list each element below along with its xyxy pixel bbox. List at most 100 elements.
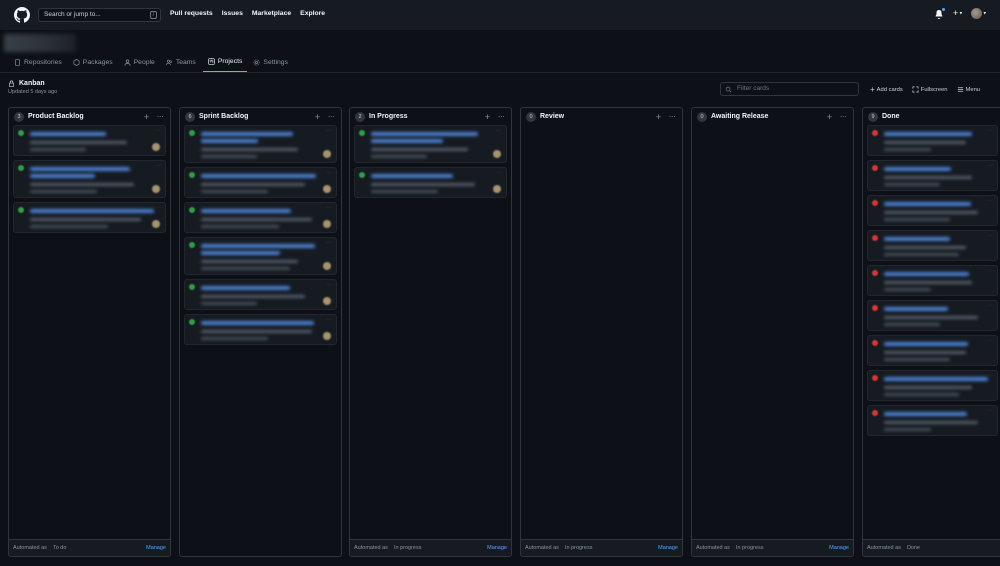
card-menu-icon[interactable]: ··· — [987, 198, 993, 204]
card-meta-blurred — [884, 316, 978, 319]
fullscreen-button[interactable]: Fullscreen — [912, 85, 948, 94]
column-awaiting-release: 0 Awaiting Release + ··· Automated as In… — [691, 107, 854, 557]
column-card-count: 0 — [697, 111, 707, 122]
card-menu-icon[interactable]: ··· — [326, 205, 332, 211]
create-new-dropdown[interactable]: + ▾ — [953, 8, 962, 19]
tab-repositories[interactable]: Repositories — [14, 55, 67, 73]
manage-automation-link[interactable]: Manage — [146, 545, 166, 551]
add-card-icon[interactable]: + — [825, 112, 834, 122]
add-card-icon[interactable]: + — [313, 112, 322, 122]
github-logo-icon[interactable] — [14, 7, 30, 23]
more-options-icon[interactable]: ··· — [496, 112, 506, 121]
issue-card[interactable]: ··· — [13, 125, 166, 156]
add-card-icon[interactable]: + — [142, 112, 151, 122]
tab-projects[interactable]: Projects — [202, 55, 248, 73]
issue-card[interactable]: ··· — [354, 167, 507, 198]
issue-card[interactable]: ··· — [184, 314, 337, 345]
filter-cards-input[interactable]: Filter cards — [720, 82, 859, 96]
issue-card[interactable]: ··· — [867, 370, 998, 401]
card-meta-blurred — [884, 428, 931, 431]
manage-automation-link[interactable]: Manage — [658, 545, 678, 551]
issue-card[interactable]: ··· — [184, 125, 337, 163]
caret-down-icon: ▾ — [958, 10, 963, 17]
manage-automation-link[interactable]: Manage — [487, 545, 507, 551]
issue-status-icon — [359, 130, 365, 136]
card-menu-icon[interactable]: ··· — [987, 338, 993, 344]
card-menu-icon[interactable]: ··· — [496, 170, 502, 176]
tab-label: Settings — [263, 58, 288, 66]
card-menu-icon[interactable]: ··· — [326, 317, 332, 323]
issue-card[interactable]: ··· — [184, 167, 337, 198]
automation-value: In progress — [735, 545, 764, 551]
card-menu-icon[interactable]: ··· — [326, 240, 332, 246]
card-meta-blurred — [884, 421, 978, 424]
avatar — [493, 150, 501, 158]
column-footer: Automated as In progress Manage — [521, 539, 682, 556]
issue-card[interactable]: ··· — [867, 160, 998, 191]
card-menu-icon[interactable]: ··· — [155, 128, 161, 134]
menu-button[interactable]: Menu — [957, 85, 980, 94]
add-card-icon[interactable]: + — [654, 112, 663, 122]
card-menu-icon[interactable]: ··· — [155, 163, 161, 169]
manage-automation-link[interactable]: Manage — [829, 545, 849, 551]
card-menu-icon[interactable]: ··· — [326, 170, 332, 176]
issue-card[interactable]: ··· — [867, 125, 998, 156]
issue-card[interactable]: ··· — [867, 405, 998, 436]
issue-card[interactable]: ··· — [184, 237, 337, 275]
issue-card[interactable]: ··· — [867, 265, 998, 296]
issue-card[interactable]: ··· — [184, 279, 337, 310]
nav-pull-requests[interactable]: Pull requests — [170, 10, 213, 17]
issue-card[interactable]: ··· — [13, 202, 166, 233]
nav-issues[interactable]: Issues — [222, 10, 243, 17]
card-meta-blurred — [201, 330, 313, 333]
column-done: 9 Done ··· ··· ··· ··· ··· ··· ··· ··· ··· Autom… — [862, 107, 1000, 557]
tab-people[interactable]: People — [124, 55, 160, 73]
more-options-icon[interactable]: ··· — [326, 112, 336, 121]
card-menu-icon[interactable]: ··· — [987, 163, 993, 169]
card-title-blurred — [30, 132, 107, 136]
card-title-blurred — [201, 244, 315, 248]
card-title-blurred — [884, 167, 951, 171]
nav-explore[interactable]: Explore — [300, 10, 325, 17]
more-options-icon[interactable]: ··· — [155, 112, 165, 121]
issue-card[interactable]: ··· — [867, 300, 998, 331]
org-name-blurred — [4, 34, 76, 52]
tab-settings[interactable]: Settings — [253, 55, 293, 73]
nav-marketplace[interactable]: Marketplace — [252, 10, 291, 17]
card-meta-blurred — [201, 148, 299, 151]
card-title-blurred — [884, 377, 989, 381]
tab-packages[interactable]: Packages — [73, 55, 118, 73]
issue-card[interactable]: ··· — [354, 125, 507, 163]
global-search-input[interactable]: Search or jump to... / — [38, 8, 161, 22]
bell-icon[interactable] — [934, 6, 946, 19]
card-title-blurred — [884, 342, 969, 346]
card-menu-icon[interactable]: ··· — [987, 233, 993, 239]
issue-card[interactable]: ··· — [184, 202, 337, 233]
card-meta-blurred — [201, 225, 279, 228]
add-cards-button[interactable]: + Add cards — [870, 85, 903, 94]
card-menu-icon[interactable]: ··· — [326, 282, 332, 288]
card-menu-icon[interactable]: ··· — [326, 128, 332, 134]
card-menu-icon[interactable]: ··· — [987, 128, 993, 134]
issue-card[interactable]: ··· — [13, 160, 166, 198]
card-menu-icon[interactable]: ··· — [155, 205, 161, 211]
card-menu-icon[interactable]: ··· — [987, 303, 993, 309]
column-title: Awaiting Release — [711, 113, 769, 120]
issue-card[interactable]: ··· — [867, 195, 998, 226]
card-title-blurred — [371, 139, 444, 143]
more-options-icon[interactable]: ··· — [838, 112, 848, 121]
tab-teams[interactable]: Teams — [165, 55, 201, 73]
issue-card[interactable]: ··· — [867, 335, 998, 366]
avatar — [493, 185, 501, 193]
card-menu-icon[interactable]: ··· — [496, 128, 502, 134]
notification-dot — [940, 6, 946, 12]
card-menu-icon[interactable]: ··· — [987, 268, 993, 274]
user-menu-dropdown[interactable]: ▾ — [971, 8, 986, 19]
column-title: Sprint Backlog — [199, 113, 249, 120]
more-options-icon[interactable]: ··· — [667, 112, 677, 121]
card-title-blurred — [30, 209, 154, 213]
add-card-icon[interactable]: + — [483, 112, 492, 122]
issue-card[interactable]: ··· — [867, 230, 998, 261]
card-menu-icon[interactable]: ··· — [987, 408, 993, 414]
project-updated: Updated 5 days ago — [8, 89, 58, 95]
